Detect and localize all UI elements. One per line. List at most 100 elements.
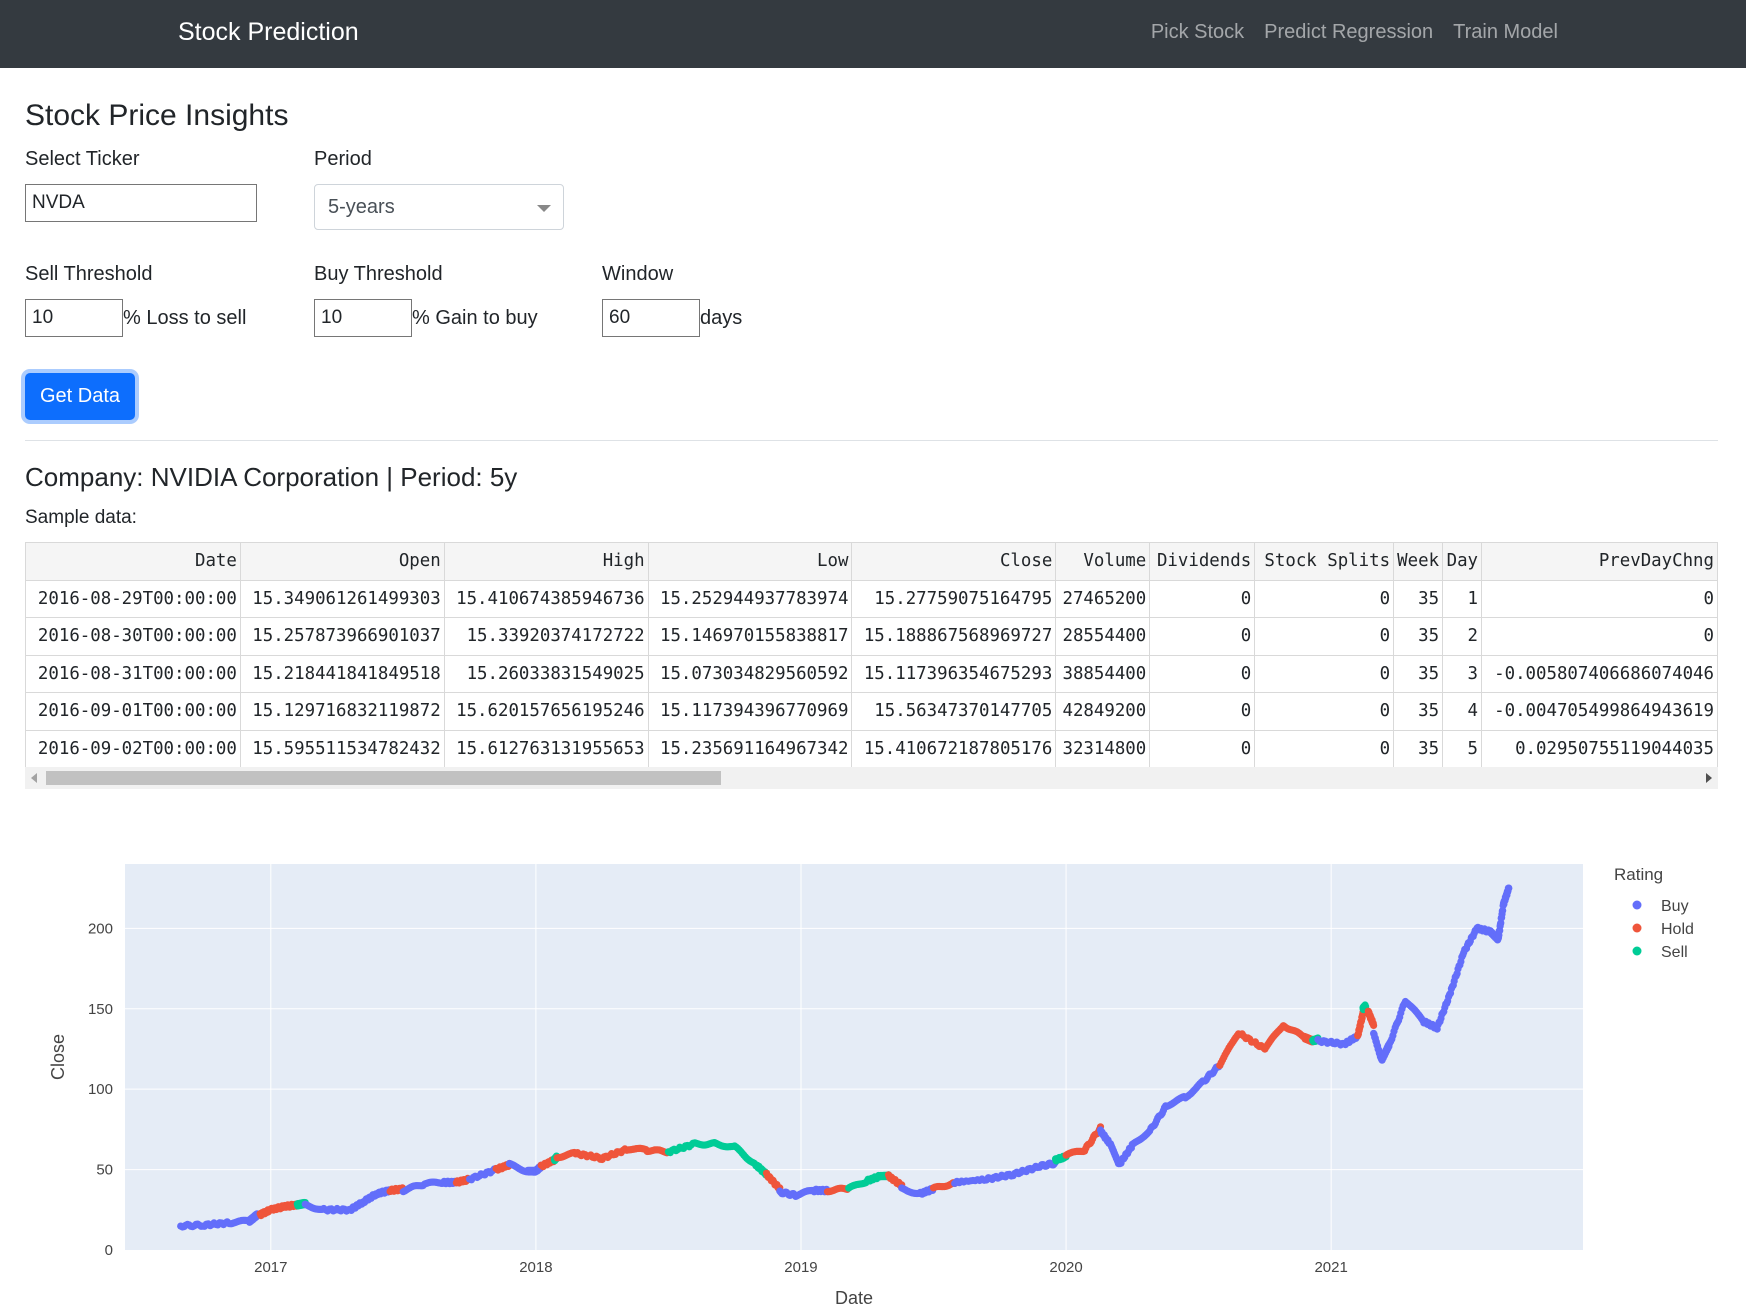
scroll-right-arrow-icon[interactable] xyxy=(1706,773,1712,783)
table-cell: 0 xyxy=(1149,692,1256,731)
table-cell: 0 xyxy=(1481,617,1718,656)
period-label: Period xyxy=(314,148,372,170)
buy-threshold-suffix: % Gain to buy xyxy=(412,307,538,329)
page-title: Stock Price Insights xyxy=(25,99,289,132)
legend-marker-sell xyxy=(1632,946,1642,956)
table-cell: 35 xyxy=(1393,692,1444,731)
table-cell: 15.146970155838817 xyxy=(647,617,853,656)
table-cell: 2016-08-30T00:00:00 xyxy=(25,617,241,656)
table-cell: 15.073034829560592 xyxy=(647,654,853,693)
table-cell: 2 xyxy=(1442,617,1483,656)
column-header-stock-splits: Stock Splits xyxy=(1254,542,1395,581)
table-cell: 15.56347370147705 xyxy=(851,692,1057,731)
ticker-input[interactable] xyxy=(25,184,257,222)
table-header-row: Date Open High Low Close Volume Dividend… xyxy=(25,542,1718,581)
table-cell: 15.117396354675293 xyxy=(851,654,1057,693)
window-input[interactable] xyxy=(602,299,700,337)
nav-link-predict-regression[interactable]: Predict Regression xyxy=(1264,21,1433,44)
column-header-high: High xyxy=(443,542,649,581)
data-table-container: Date Open High Low Close Volume Dividend… xyxy=(25,542,1718,767)
table-cell: 15.410674385946736 xyxy=(443,579,649,618)
table-cell: 15.33920374172722 xyxy=(443,617,649,656)
legend-marker-hold xyxy=(1632,923,1642,933)
sell-threshold-suffix: % Loss to sell xyxy=(123,307,247,329)
table-cell: 0 xyxy=(1149,617,1256,656)
table-cell: 15.257873966901037 xyxy=(239,617,445,656)
close-price-scatter-chart: 2017 2018 2019 2020 2021 0 50 100 150 200 Date Cl… xyxy=(48,864,1694,1308)
brand-title[interactable]: Stock Prediction xyxy=(178,18,359,47)
table-cell: 15.117394396770969 xyxy=(647,692,853,731)
table-cell: 0 xyxy=(1254,692,1395,731)
table-row: 2016-08-31T00:00:00 15.218441841849518 1… xyxy=(25,654,1718,693)
column-header-volume: Volume xyxy=(1055,542,1151,581)
sample-data-label: Sample data: xyxy=(25,507,137,528)
nav-link-train-model[interactable]: Train Model xyxy=(1453,21,1558,44)
table-cell: 2016-08-29T00:00:00 xyxy=(25,579,241,618)
table-cell: 28554400 xyxy=(1055,617,1151,656)
column-header-day: Day xyxy=(1442,542,1483,581)
table-cell: 0 xyxy=(1481,579,1718,618)
table-cell: 0 xyxy=(1149,579,1256,618)
data-point-buy xyxy=(1505,884,1513,892)
column-header-week: Week xyxy=(1393,542,1444,581)
period-selected-value: 5-years xyxy=(328,196,395,218)
table-cell: 0 xyxy=(1254,579,1395,618)
table-cell: 35 xyxy=(1393,654,1444,693)
x-tick-label: 2017 xyxy=(254,1259,287,1276)
table-cell: 2016-09-02T00:00:00 xyxy=(25,729,241,767)
table-cell: 2016-09-01T00:00:00 xyxy=(25,692,241,731)
table-cell: 0 xyxy=(1149,729,1256,767)
column-header-close: Close xyxy=(851,542,1057,581)
scrollbar-thumb[interactable] xyxy=(46,771,721,785)
table-cell: -0.004705499864943619 xyxy=(1481,692,1718,731)
table-cell: -0.005807406686074046 xyxy=(1481,654,1718,693)
table-row: 2016-08-29T00:00:00 15.349061261499303 1… xyxy=(25,579,1718,618)
table-cell: 15.26033831549025 xyxy=(443,654,649,693)
window-label: Window xyxy=(602,263,674,285)
table-cell: 0 xyxy=(1254,654,1395,693)
navbar: Stock Prediction Pick Stock Predict Regr… xyxy=(0,0,1746,68)
y-axis-label: Close xyxy=(48,1034,68,1080)
period-select[interactable]: 5-years xyxy=(314,184,564,230)
legend-label-sell[interactable]: Sell xyxy=(1661,944,1688,961)
table-cell: 15.252944937783974 xyxy=(647,579,853,618)
table-cell: 0 xyxy=(1254,729,1395,767)
table-cell: 15.27759075164795 xyxy=(851,579,1057,618)
buy-threshold-label: Buy Threshold xyxy=(314,263,443,285)
table-cell: 15.235691164967342 xyxy=(647,729,853,767)
y-tick-label: 200 xyxy=(88,920,113,937)
chevron-down-icon xyxy=(537,205,551,212)
table-cell: 15.349061261499303 xyxy=(239,579,445,618)
get-data-button[interactable]: Get Data xyxy=(25,373,135,420)
legend-label-hold[interactable]: Hold xyxy=(1661,921,1694,938)
divider xyxy=(25,440,1718,441)
table-cell: 15.410672187805176 xyxy=(851,729,1057,767)
table-cell: 15.218441841849518 xyxy=(239,654,445,693)
column-header-low: Low xyxy=(647,542,853,581)
table-row: 2016-09-02T00:00:00 15.595511534782432 1… xyxy=(25,729,1718,767)
table-horizontal-scrollbar[interactable] xyxy=(25,767,1718,789)
data-point-hold xyxy=(1370,1021,1378,1029)
y-tick-label: 150 xyxy=(88,1001,113,1018)
legend-label-buy[interactable]: Buy xyxy=(1661,898,1689,915)
window-suffix: days xyxy=(700,307,743,329)
buy-threshold-input[interactable] xyxy=(314,299,412,337)
table-cell: 4 xyxy=(1442,692,1483,731)
data-table: Date Open High Low Close Volume Dividend… xyxy=(25,542,1718,767)
table-cell: 15.612763131955653 xyxy=(443,729,649,767)
table-cell: 15.129716832119872 xyxy=(239,692,445,731)
table-cell: 3 xyxy=(1442,654,1483,693)
x-tick-label: 2018 xyxy=(519,1259,552,1276)
column-header-date: Date xyxy=(25,542,241,581)
column-header-dividends: Dividends xyxy=(1149,542,1256,581)
table-cell: 35 xyxy=(1393,617,1444,656)
table-cell: 15.188867568969727 xyxy=(851,617,1057,656)
table-cell: 0 xyxy=(1254,617,1395,656)
table-cell: 1 xyxy=(1442,579,1483,618)
x-tick-label: 2021 xyxy=(1314,1259,1347,1276)
scroll-left-arrow-icon[interactable] xyxy=(31,773,37,783)
nav-link-pick-stock[interactable]: Pick Stock xyxy=(1151,21,1244,44)
sell-threshold-input[interactable] xyxy=(25,299,123,337)
table-cell: 0 xyxy=(1149,654,1256,693)
table-cell: 5 xyxy=(1442,729,1483,767)
